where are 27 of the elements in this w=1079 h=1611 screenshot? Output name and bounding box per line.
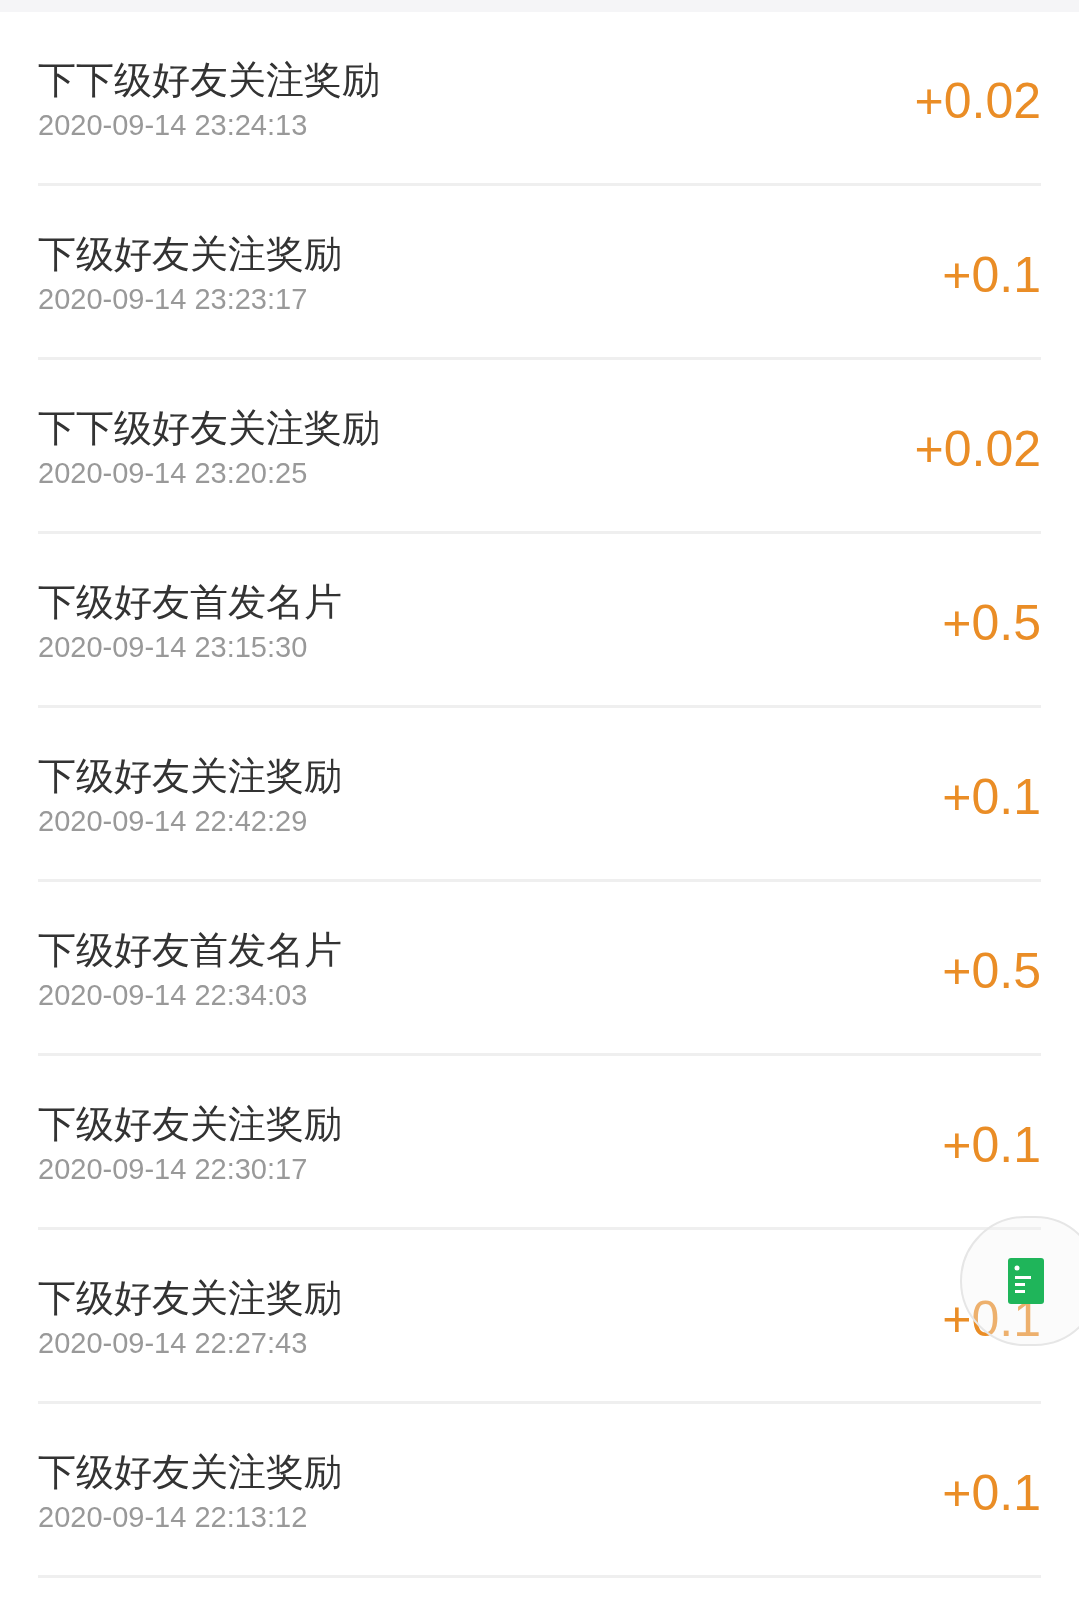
record-amount: +0.5 <box>942 941 1041 1000</box>
record-time: 2020-09-14 23:20:25 <box>38 456 309 490</box>
record-title: 下级好友关注奖励 <box>38 1277 342 1321</box>
record-amount: +0.1 <box>942 245 1041 304</box>
record-time: 2020-09-14 22:42:29 <box>38 804 309 838</box>
record-time: 2020-09-14 23:24:13 <box>38 108 309 142</box>
record-time: 2020-09-14 22:34:03 <box>38 978 309 1012</box>
record-time: 2020-09-14 22:30:17 <box>38 1152 309 1186</box>
record-amount: +0.1 <box>942 1289 1041 1348</box>
record-time: 2020-09-14 23:23:17 <box>38 282 309 316</box>
record-amount: +0.1 <box>942 1115 1041 1174</box>
record-time: 2020-09-14 22:27:43 <box>38 1326 309 1360</box>
record-title: 下级好友关注奖励 <box>38 233 342 277</box>
record-title: 下级好友关注奖励 <box>38 1103 342 1147</box>
record-time: 2020-09-14 22:13:12 <box>38 1500 309 1534</box>
record-title: 下级好友关注奖励 <box>38 1451 342 1495</box>
record-amount: +0.1 <box>942 767 1041 826</box>
record-title: 下下级好友关注奖励 <box>38 59 380 103</box>
record-title: 下下级好友关注奖励 <box>38 407 380 451</box>
record-amount: +0.1 <box>942 1463 1041 1522</box>
record-amount: +0.02 <box>914 71 1041 130</box>
record-title: 下级好友首发名片 <box>38 581 342 625</box>
record-title: 下级好友首发名片 <box>38 929 342 973</box>
record-time: 2020-09-14 23:15:30 <box>38 630 309 664</box>
record-amount: +0.5 <box>942 593 1041 652</box>
record-title: 下级好友关注奖励 <box>38 755 342 799</box>
record-amount: +0.02 <box>914 419 1041 478</box>
